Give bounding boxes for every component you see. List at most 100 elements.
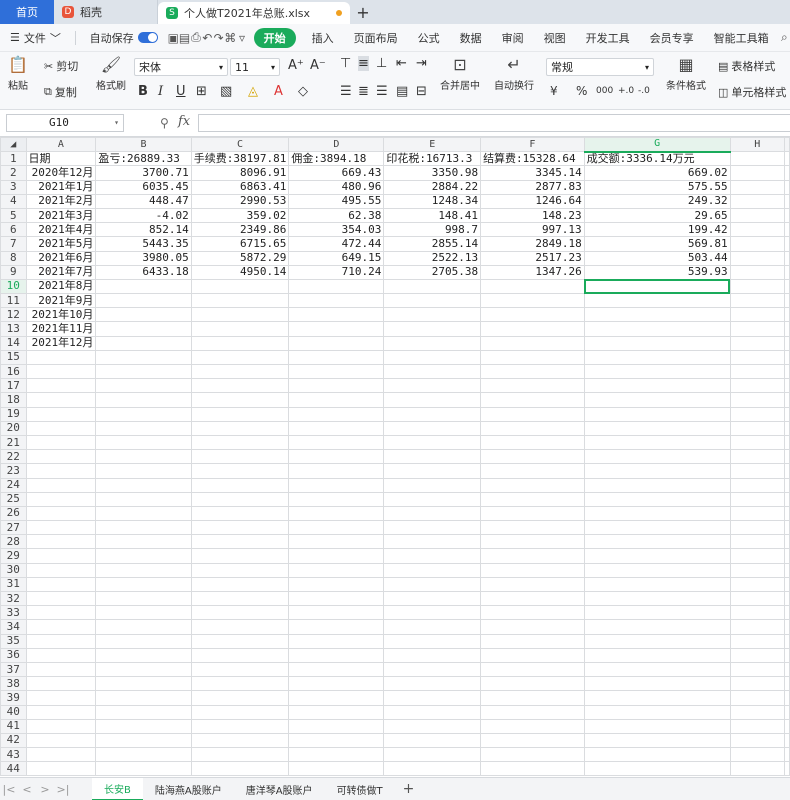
cell[interactable]: 2021年12月 [25, 335, 97, 351]
cell[interactable] [583, 690, 731, 706]
new-tab-button[interactable]: + [350, 0, 376, 24]
cell[interactable] [190, 548, 290, 564]
cell[interactable] [583, 562, 731, 578]
column-header[interactable]: A [25, 137, 97, 153]
cell[interactable] [288, 747, 385, 763]
first-sheet-icon[interactable]: |< [0, 783, 18, 796]
cell[interactable] [288, 477, 385, 493]
cell[interactable]: 2884.22 [383, 179, 482, 195]
cell[interactable]: 2021年2月 [25, 193, 97, 209]
row-header[interactable]: 9 [0, 264, 27, 280]
cell[interactable] [190, 633, 290, 649]
cell[interactable] [288, 704, 385, 720]
search-icon[interactable]: ⌕ [779, 30, 790, 46]
cell[interactable] [383, 378, 482, 394]
cell[interactable] [288, 278, 385, 295]
cell[interactable] [784, 562, 790, 578]
row-header[interactable]: 18 [0, 392, 27, 408]
cell[interactable] [25, 491, 97, 507]
tab-review[interactable]: 审阅 [492, 30, 534, 46]
cell[interactable] [729, 562, 786, 578]
cell[interactable] [784, 690, 790, 706]
cell[interactable] [190, 293, 290, 309]
tab-daoke[interactable]: D 稻壳 [54, 0, 158, 24]
cell[interactable] [95, 293, 192, 309]
cell[interactable] [480, 590, 585, 607]
tab-data[interactable]: 数据 [450, 30, 492, 46]
cell[interactable] [729, 151, 786, 167]
cell[interactable] [288, 761, 385, 777]
currency-icon[interactable]: ¥ [550, 84, 558, 98]
cell[interactable]: 6715.65 [190, 236, 290, 252]
cell[interactable]: 495.55 [288, 193, 385, 209]
decrease-decimal-icon[interactable]: -.0 [638, 86, 650, 96]
cell[interactable] [784, 491, 790, 507]
cell[interactable] [480, 761, 585, 777]
cell[interactable] [583, 647, 731, 663]
cell[interactable]: 1347.26 [480, 264, 585, 280]
cell[interactable] [190, 676, 290, 692]
cell[interactable] [729, 732, 786, 749]
cell[interactable] [190, 590, 290, 607]
cell[interactable] [480, 690, 585, 706]
cell[interactable] [480, 278, 585, 295]
cell[interactable] [288, 307, 385, 323]
cell[interactable] [288, 661, 385, 678]
tab-view[interactable]: 视图 [534, 30, 576, 46]
cell[interactable] [288, 605, 385, 621]
row-header[interactable]: 40 [0, 704, 27, 720]
row-header[interactable]: 4 [0, 193, 27, 209]
cell[interactable] [190, 363, 290, 380]
row-header[interactable]: 16 [0, 363, 27, 380]
row-header[interactable]: 15 [0, 349, 27, 366]
cell[interactable] [95, 520, 192, 536]
cell[interactable] [25, 434, 97, 451]
cell[interactable] [383, 406, 482, 422]
cell[interactable]: 5872.29 [190, 250, 290, 266]
row-header[interactable]: 8 [0, 250, 27, 266]
cut-button[interactable]: ✂ 剪切 [44, 58, 78, 74]
cell[interactable] [784, 463, 790, 479]
cell[interactable] [729, 718, 786, 734]
wrap-text-button[interactable]: ↵ 自动换行 [494, 56, 534, 93]
cell[interactable] [480, 406, 585, 422]
cell[interactable]: 3345.14 [480, 165, 585, 181]
cell[interactable] [95, 491, 192, 507]
cell[interactable] [583, 363, 731, 380]
table-style-button[interactable]: ▤ 表格样式 [718, 58, 775, 74]
cell[interactable] [480, 392, 585, 408]
cell[interactable] [288, 690, 385, 706]
cell[interactable]: 6863.41 [190, 179, 290, 195]
cell[interactable] [190, 477, 290, 493]
cell[interactable]: 710.24 [288, 264, 385, 280]
cell[interactable] [729, 236, 786, 252]
cell[interactable] [729, 222, 786, 238]
cell[interactable] [784, 207, 790, 224]
cell[interactable] [480, 562, 585, 578]
cell[interactable] [383, 293, 482, 309]
cell[interactable] [583, 548, 731, 564]
cell[interactable] [729, 520, 786, 536]
row-header[interactable]: 35 [0, 633, 27, 649]
save-icon[interactable]: ▣ [168, 30, 179, 46]
font-color-icon[interactable]: A [274, 84, 283, 99]
cell[interactable] [288, 321, 385, 337]
increase-decimal-icon[interactable]: +.0 [618, 86, 634, 96]
cell[interactable]: 盈亏:26889.33 [95, 151, 192, 167]
name-box[interactable]: G10 ▾ [6, 114, 124, 132]
cell[interactable]: 日期 [25, 151, 97, 167]
cell[interactable] [480, 576, 585, 593]
cell[interactable]: 印花税:16713.3 [383, 151, 482, 167]
row-header[interactable]: 24 [0, 477, 27, 493]
cell[interactable] [480, 449, 585, 465]
font-size-select[interactable]: 11 ▾ [230, 58, 280, 76]
cell[interactable] [729, 293, 786, 309]
font-name-select[interactable]: 宋体 ▾ [134, 58, 228, 76]
cell[interactable]: 2021年6月 [25, 250, 97, 266]
cell[interactable] [784, 151, 790, 167]
sheet-tab-luhaiyan[interactable]: 陆海燕A股账户 [143, 778, 234, 800]
row-header[interactable]: 32 [0, 590, 27, 607]
cell[interactable] [95, 406, 192, 422]
cell[interactable] [480, 548, 585, 564]
cell[interactable] [729, 491, 786, 507]
